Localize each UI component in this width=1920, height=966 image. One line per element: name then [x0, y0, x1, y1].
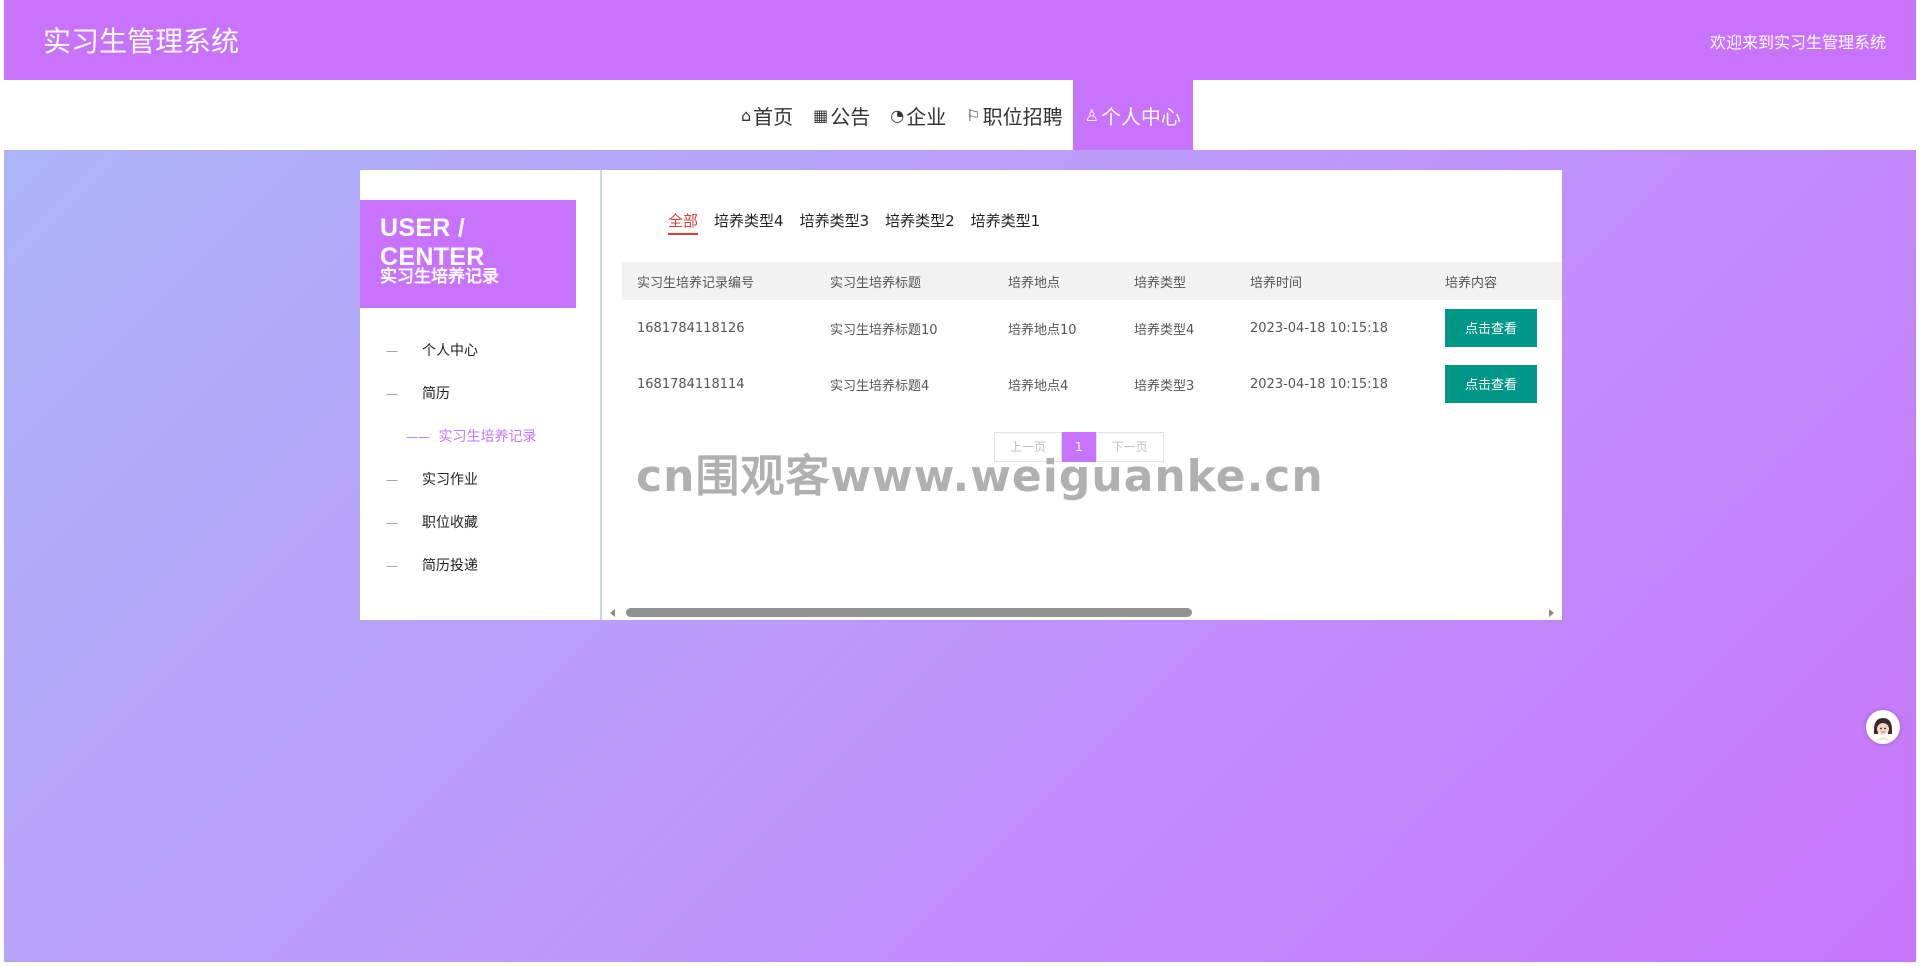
flag-icon: ⚐	[966, 105, 981, 125]
nav-item-notice[interactable]: ▦ 公告	[803, 80, 880, 150]
cell-title: 实习生培养标题4	[830, 378, 930, 394]
nav-item-home[interactable]: ⌂ 首页	[731, 80, 803, 150]
cell-location: 培养地点10	[1008, 322, 1077, 338]
nav-label: 公告	[830, 104, 871, 129]
dash-icon: —	[386, 473, 398, 487]
notice-icon: ▦	[813, 105, 829, 125]
sidebar-item-label: 实习作业	[422, 472, 478, 488]
sidebar-item-label: 实习生培养记录	[438, 429, 537, 445]
cell-record-id: 1681784118114	[637, 376, 745, 392]
scroll-right-arrow-icon[interactable]	[1549, 609, 1554, 617]
sidebar-item-label: 个人中心	[422, 343, 478, 359]
main-panel: 全部 培养类型4 培养类型3 培养类型2 培养类型1 实习生培养记录编号 实习生…	[600, 170, 1562, 620]
nav-label: 企业	[906, 104, 947, 129]
nav-item-jobs[interactable]: ⚐ 职位招聘	[956, 80, 1072, 150]
table-row: 1681784118126 实习生培养标题10 培养地点10 培养类型4 202…	[622, 300, 1562, 356]
nav-label: 首页	[753, 104, 794, 129]
cell-type: 培养类型4	[1134, 322, 1195, 338]
sidebar-header: USER / CENTER 实习生培养记录	[360, 200, 576, 308]
home-icon: ⌂	[741, 105, 752, 125]
cell-record-id: 1681784118126	[637, 320, 745, 336]
sidebar-item-job-favorites[interactable]: — 职位收藏	[360, 502, 600, 545]
dash-icon: —	[386, 559, 398, 573]
main-nav: ⌂ 首页 ▦ 公告 ◔ 企业 ⚐ 职位招聘 ♙ 个人中心	[4, 80, 1916, 150]
avatar-face-icon	[1867, 711, 1899, 743]
cell-time: 2023-04-18 10:15:18	[1250, 376, 1389, 392]
watermark: cn围观客www.weiguanke.cn	[636, 451, 1324, 502]
nav-label: 职位招聘	[982, 104, 1063, 129]
dash-icon: —	[386, 344, 398, 358]
records-table: 实习生培养记录编号 实习生培养标题 培养地点 培养类型 培养时间 培养内容 16…	[622, 262, 1562, 412]
sidebar-menu: — 个人中心 — 简历 —— 实习生培养记录 — 实习作业 — 职位收藏 — 简…	[360, 330, 600, 588]
table-header-row: 实习生培养记录编号 实习生培养标题 培养地点 培养类型 培养时间 培养内容	[622, 262, 1562, 300]
sidebar-item-label: 简历投递	[422, 558, 478, 574]
dash-icon: —	[386, 387, 398, 401]
cell-location: 培养地点4	[1008, 378, 1069, 394]
column-header: 培养时间	[1250, 275, 1303, 291]
sidebar-item-label: 职位收藏	[422, 515, 478, 531]
sidebar-item-training-records[interactable]: —— 实习生培养记录	[360, 416, 600, 459]
scrollbar-thumb[interactable]	[626, 608, 1192, 617]
cell-content: 点击查看	[1430, 300, 1562, 356]
welcome-text: 欢迎来到实习生管理系统	[1709, 33, 1886, 52]
column-header: 实习生培养记录编号	[637, 275, 755, 291]
dash-icon: —	[386, 516, 398, 530]
user-icon: ♙	[1084, 105, 1099, 125]
nav-item-enterprise[interactable]: ◔ 企业	[880, 80, 956, 150]
dashboard-icon: ◔	[890, 105, 905, 125]
dash-icon: ——	[406, 430, 430, 444]
tab-type-1[interactable]: 培养类型1	[971, 210, 1041, 235]
category-tabs: 全部 培养类型4 培养类型3 培养类型2 培养类型1	[668, 210, 1040, 235]
sidebar-item-homework[interactable]: — 实习作业	[360, 459, 600, 502]
tab-type-2[interactable]: 培养类型2	[885, 210, 955, 235]
sidebar-item-user-center[interactable]: — 个人中心	[360, 330, 600, 373]
table-row: 1681784118114 实习生培养标题4 培养地点4 培养类型3 2023-…	[622, 356, 1562, 412]
nav-item-user-center[interactable]: ♙ 个人中心	[1072, 80, 1193, 150]
app-title: 实习生管理系统	[43, 25, 240, 58]
cell-content: 点击查看	[1430, 356, 1562, 412]
records-table-container: 实习生培养记录编号 实习生培养标题 培养地点 培养类型 培养时间 培养内容 16…	[622, 262, 1562, 552]
sidebar-item-resume-submission[interactable]: — 简历投递	[360, 545, 600, 588]
column-header: 实习生培养标题	[830, 275, 922, 291]
view-detail-button[interactable]: 点击查看	[1445, 309, 1537, 347]
cell-title: 实习生培养标题10	[830, 322, 938, 338]
sidebar-item-label: 简历	[422, 386, 450, 402]
cell-time: 2023-04-18 10:15:18	[1250, 320, 1389, 336]
column-header: 培养内容	[1445, 275, 1498, 291]
tab-all[interactable]: 全部	[668, 210, 699, 235]
top-header: 实习生管理系统 欢迎来到实习生管理系统	[4, 0, 1916, 80]
cell-type: 培养类型3	[1134, 378, 1195, 394]
column-header: 培养类型	[1134, 275, 1187, 291]
sidebar-item-resume[interactable]: — 简历	[360, 373, 600, 416]
horizontal-scrollbar[interactable]	[602, 606, 1562, 620]
view-detail-button[interactable]: 点击查看	[1445, 365, 1537, 403]
avatar[interactable]	[1866, 710, 1900, 744]
sidebar-title-cn: 实习生培养记录	[380, 267, 499, 287]
tab-type-3[interactable]: 培养类型3	[800, 210, 870, 235]
nav-label: 个人中心	[1100, 104, 1181, 129]
column-header: 培养地点	[1008, 275, 1061, 291]
scroll-left-arrow-icon[interactable]	[610, 609, 615, 617]
tab-type-4[interactable]: 培养类型4	[714, 210, 784, 235]
sidebar: USER / CENTER 实习生培养记录 — 个人中心 — 简历 —— 实习生…	[360, 170, 600, 620]
